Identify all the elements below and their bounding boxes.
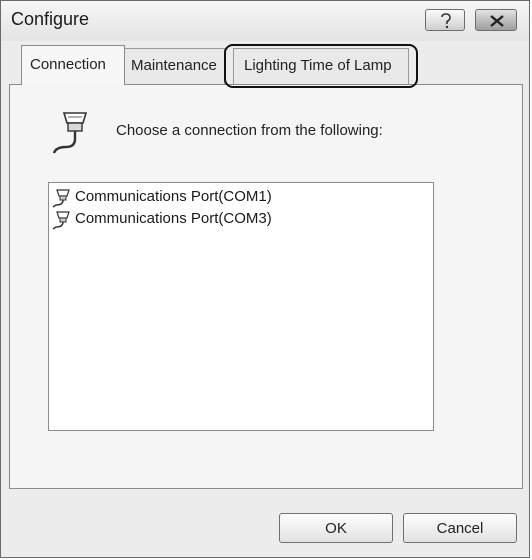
tab-maintenance[interactable]: Maintenance [125, 48, 225, 84]
connection-prompt: Choose a connection from the following: [116, 122, 383, 139]
tab-highlight-callout [224, 44, 418, 88]
serial-connector-icon [52, 112, 88, 154]
connection-tab-panel: Choose a connection from the following: … [9, 84, 523, 489]
port-connector-icon [52, 189, 70, 208]
port-list[interactable]: Communications Port(COM1) Communications… [48, 182, 434, 431]
port-connector-icon [52, 211, 70, 230]
list-item-label: Communications Port(COM3) [75, 210, 272, 227]
ok-button[interactable]: OK [279, 513, 393, 543]
configure-dialog: Configure Connection Maintenance Lightin… [0, 0, 530, 558]
close-x-icon [490, 15, 504, 27]
help-question-icon [441, 13, 451, 29]
help-button[interactable] [425, 9, 465, 31]
title-bar: Configure [1, 1, 529, 41]
window-title: Configure [11, 9, 90, 29]
tab-connection[interactable]: Connection [21, 45, 125, 85]
cancel-button[interactable]: Cancel [403, 513, 517, 543]
close-button[interactable] [475, 9, 517, 31]
list-item-label: Communications Port(COM1) [75, 188, 272, 205]
